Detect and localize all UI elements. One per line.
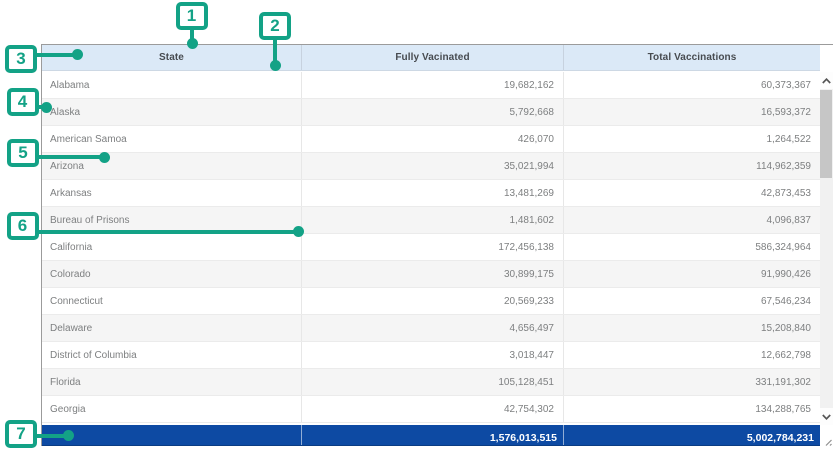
- total-vaccinations-cell: 15,208,840: [563, 315, 820, 341]
- table-row[interactable]: Connecticut20,569,23367,546,234: [42, 288, 820, 315]
- fully-vaccinated-cell: 3,018,447: [301, 342, 563, 368]
- resize-grip-icon[interactable]: [820, 434, 833, 447]
- vertical-scrollbar[interactable]: [820, 72, 833, 425]
- total-vaccinations-cell: 42,873,453: [563, 180, 820, 206]
- state-cell: Alaska: [42, 99, 301, 125]
- table-header-row: State Fully Vacinated Total Vaccinations: [42, 45, 820, 71]
- marker-4-badge: 4: [7, 88, 39, 116]
- state-cell: Colorado: [42, 261, 301, 287]
- total-vaccinations-cell: 114,962,359: [563, 153, 820, 179]
- table-row[interactable]: Alaska5,792,66816,593,372: [42, 99, 820, 126]
- total-vaccinations-cell: 134,288,765: [563, 396, 820, 422]
- chevron-up-icon: [822, 78, 831, 84]
- table-row[interactable]: California172,456,138586,324,964: [42, 234, 820, 261]
- total-vaccinations-cell: 91,990,426: [563, 261, 820, 287]
- scrollbar-thumb[interactable]: [820, 90, 832, 178]
- state-cell: Georgia: [42, 396, 301, 422]
- fully-vaccinated-cell: 35,021,994: [301, 153, 563, 179]
- fully-vaccinated-cell: 1,481,602: [301, 207, 563, 233]
- state-cell: Florida: [42, 369, 301, 395]
- marker-5-dot: [99, 152, 110, 163]
- table-row[interactable]: Delaware4,656,49715,208,840: [42, 315, 820, 342]
- marker-2-dot: [270, 60, 281, 71]
- total-vaccinations-cell: 1,264,522: [563, 126, 820, 152]
- scroll-down-button[interactable]: [820, 408, 833, 425]
- table-row[interactable]: Alabama19,682,16260,373,367: [42, 72, 820, 99]
- marker-6-stem: [37, 230, 299, 234]
- footer-state-cell: [42, 425, 301, 445]
- scroll-up-button[interactable]: [820, 72, 833, 89]
- state-cell: California: [42, 234, 301, 260]
- fully-vaccinated-cell: 13,481,269: [301, 180, 563, 206]
- footer-total-vaccinations-total: 5,002,784,231: [563, 425, 820, 445]
- marker-1-dot: [187, 38, 198, 49]
- footer-fully-vaccinated-total: 1,576,013,515: [301, 425, 563, 445]
- fully-vaccinated-cell: 4,656,497: [301, 315, 563, 341]
- fully-vaccinated-cell: 20,569,233: [301, 288, 563, 314]
- total-vaccinations-cell: 12,662,798: [563, 342, 820, 368]
- marker-5-badge: 5: [7, 139, 39, 167]
- marker-4-dot: [41, 102, 52, 113]
- state-cell: Connecticut: [42, 288, 301, 314]
- fully-vaccinated-cell: 30,899,175: [301, 261, 563, 287]
- table-row[interactable]: Arkansas13,481,26942,873,453: [42, 180, 820, 207]
- table-row[interactable]: Arizona35,021,994114,962,359: [42, 153, 820, 180]
- screenshot-stage: State Fully Vacinated Total Vaccinations…: [0, 0, 833, 453]
- total-vaccinations-cell: 4,096,837: [563, 207, 820, 233]
- fully-vaccinated-cell: 426,070: [301, 126, 563, 152]
- column-header-fully-vaccinated[interactable]: Fully Vacinated: [301, 45, 563, 70]
- total-vaccinations-cell: 67,546,234: [563, 288, 820, 314]
- column-header-total-vaccinations[interactable]: Total Vaccinations: [563, 45, 820, 70]
- state-cell: American Samoa: [42, 126, 301, 152]
- marker-3-dot: [72, 49, 83, 60]
- total-vaccinations-cell: 16,593,372: [563, 99, 820, 125]
- fully-vaccinated-cell: 105,128,451: [301, 369, 563, 395]
- marker-6-badge: 6: [7, 212, 39, 240]
- marker-7-dot: [63, 430, 74, 441]
- marker-3-badge: 3: [5, 45, 37, 73]
- marker-6-dot: [293, 226, 304, 237]
- marker-7-badge: 7: [5, 420, 37, 448]
- table-row[interactable]: American Samoa426,0701,264,522: [42, 126, 820, 153]
- state-cell: Delaware: [42, 315, 301, 341]
- table-row[interactable]: District of Columbia3,018,44712,662,798: [42, 342, 820, 369]
- table-row[interactable]: Colorado30,899,17591,990,426: [42, 261, 820, 288]
- marker-2-badge: 2: [259, 12, 291, 40]
- state-cell: District of Columbia: [42, 342, 301, 368]
- state-cell: Arkansas: [42, 180, 301, 206]
- fully-vaccinated-cell: 5,792,668: [301, 99, 563, 125]
- marker-5-stem: [38, 155, 105, 159]
- table-footer-row: 1,576,013,515 5,002,784,231: [42, 425, 820, 446]
- table-row[interactable]: Georgia42,754,302134,288,765: [42, 396, 820, 423]
- state-cell: Alabama: [42, 72, 301, 98]
- table-row[interactable]: Florida105,128,451331,191,302: [42, 369, 820, 396]
- fully-vaccinated-cell: 19,682,162: [301, 72, 563, 98]
- marker-1-badge: 1: [176, 2, 208, 30]
- fully-vaccinated-cell: 42,754,302: [301, 396, 563, 422]
- total-vaccinations-cell: 331,191,302: [563, 369, 820, 395]
- fully-vaccinated-cell: 172,456,138: [301, 234, 563, 260]
- total-vaccinations-cell: 60,373,367: [563, 72, 820, 98]
- total-vaccinations-cell: 586,324,964: [563, 234, 820, 260]
- chevron-down-icon: [822, 414, 831, 420]
- table-body: Alabama19,682,16260,373,367Alaska5,792,6…: [42, 72, 820, 423]
